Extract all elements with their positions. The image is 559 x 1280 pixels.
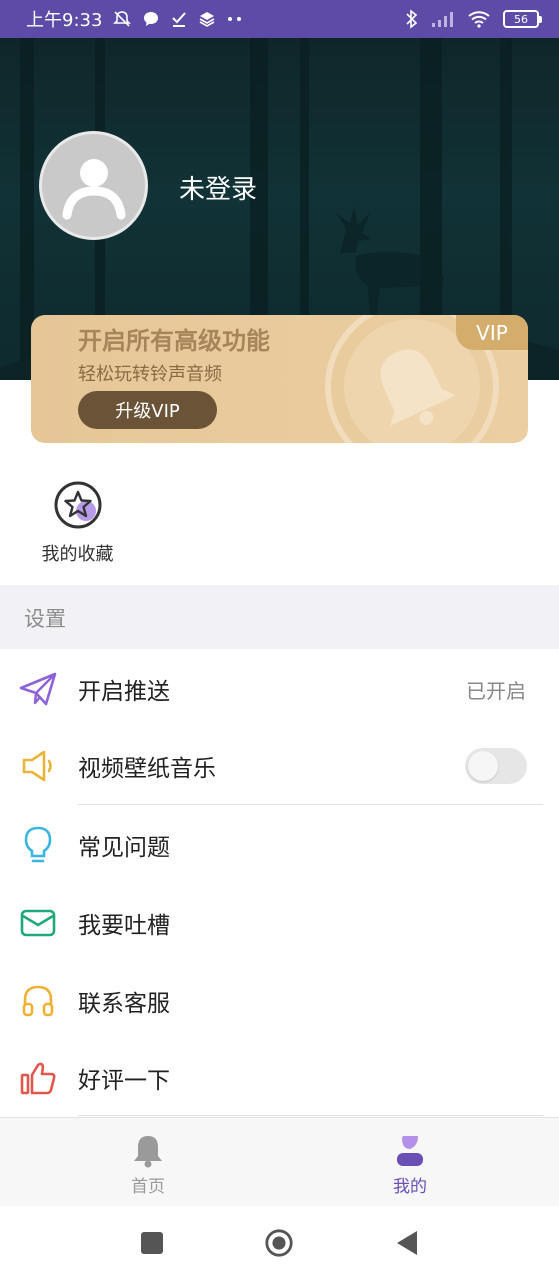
home-circle-icon[interactable] bbox=[264, 1228, 294, 1258]
settings-section-header: 设置 bbox=[0, 585, 559, 649]
setting-label: 我要吐槽 bbox=[78, 913, 170, 939]
setting-row-rate[interactable]: 好评一下 bbox=[0, 1039, 559, 1117]
tab-label: 首页 bbox=[131, 1177, 165, 1197]
check-download-icon bbox=[170, 10, 188, 28]
setting-label: 开启推送 bbox=[78, 679, 170, 705]
divider bbox=[78, 804, 543, 805]
vip-subtitle: 轻松玩转铃声音频 bbox=[78, 364, 222, 385]
settings-title: 设置 bbox=[24, 607, 66, 631]
push-status-value: 已开启 bbox=[466, 678, 526, 703]
layers-icon bbox=[198, 10, 216, 28]
back-triangle-icon[interactable] bbox=[392, 1228, 422, 1258]
toggle-knob bbox=[468, 751, 498, 781]
user-silhouette-icon bbox=[62, 158, 125, 219]
setting-row-push[interactable]: 开启推送 已开启 bbox=[0, 650, 559, 728]
setting-row-faq[interactable]: 常见问题 bbox=[0, 806, 559, 884]
vip-badge: VIP bbox=[456, 315, 528, 350]
login-status[interactable]: 未登录 bbox=[179, 169, 257, 206]
recents-square-icon[interactable] bbox=[137, 1228, 167, 1258]
divider bbox=[78, 1115, 543, 1116]
setting-label: 好评一下 bbox=[78, 1068, 170, 1094]
bell-icon bbox=[131, 1134, 165, 1168]
avatar[interactable] bbox=[39, 131, 148, 240]
setting-row-feedback[interactable]: 我要吐槽 bbox=[0, 884, 559, 962]
bluetooth-icon bbox=[405, 9, 419, 29]
favorites-label: 我的收藏 bbox=[41, 544, 114, 565]
vip-title: 开启所有高级功能 bbox=[78, 327, 270, 355]
setting-row-video-music: 视频壁纸音乐 bbox=[0, 727, 559, 805]
headphones-icon bbox=[18, 981, 58, 1021]
wifi-icon bbox=[467, 10, 491, 28]
bell-muted-icon bbox=[112, 9, 132, 29]
status-time: 上午9:33 bbox=[26, 10, 103, 31]
signal-icon bbox=[431, 10, 455, 28]
setting-label: 常见问题 bbox=[78, 835, 170, 861]
envelope-icon bbox=[18, 903, 58, 943]
tab-mine[interactable]: 我的 bbox=[350, 1118, 470, 1207]
video-music-toggle[interactable] bbox=[465, 748, 527, 784]
status-bar: 上午9:33 56 bbox=[0, 0, 559, 38]
setting-label: 联系客服 bbox=[78, 991, 170, 1017]
thumbs-up-icon bbox=[18, 1058, 58, 1098]
more-dots-icon bbox=[226, 16, 244, 22]
upgrade-vip-button[interactable]: 升级VIP bbox=[78, 391, 217, 429]
star-favorites-icon bbox=[53, 480, 103, 530]
setting-label: 视频壁纸音乐 bbox=[78, 756, 216, 782]
user-icon bbox=[393, 1134, 427, 1168]
battery-icon: 56 bbox=[503, 10, 542, 28]
paper-plane-icon bbox=[18, 669, 58, 709]
vip-card[interactable]: 开启所有高级功能 轻松玩转铃声音频 升级VIP VIP bbox=[31, 315, 528, 443]
chat-bubble-icon bbox=[142, 10, 160, 28]
tab-label: 我的 bbox=[393, 1177, 427, 1197]
setting-row-support[interactable]: 联系客服 bbox=[0, 962, 559, 1040]
speaker-icon bbox=[18, 746, 58, 786]
bottom-tab-bar: 首页 我的 bbox=[0, 1117, 559, 1206]
tab-home[interactable]: 首页 bbox=[88, 1118, 208, 1207]
my-favorites-button[interactable]: 我的收藏 bbox=[30, 478, 125, 566]
lightbulb-icon bbox=[18, 825, 58, 865]
system-navigation-bar bbox=[0, 1206, 559, 1280]
